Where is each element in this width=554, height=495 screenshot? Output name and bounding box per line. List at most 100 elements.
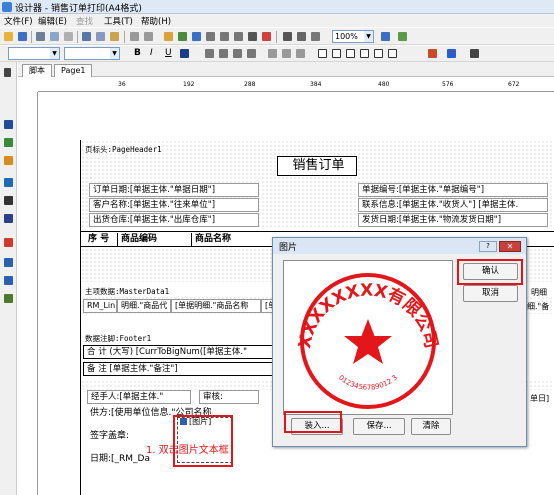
subreport-icon[interactable] (4, 178, 13, 187)
column-header[interactable]: 商品名称 (191, 233, 231, 246)
ship-date-field[interactable]: 发货日期:[单据主体."物流发货日期"] (358, 213, 548, 227)
column-header[interactable]: 商品编码 (117, 233, 157, 246)
valign-top-icon[interactable] (268, 49, 277, 58)
grid-icon[interactable] (283, 32, 292, 41)
align-left-icon[interactable] (206, 32, 215, 41)
footer-label: 数据注脚:Footer1 (85, 334, 152, 343)
checkbox-tool-icon[interactable] (4, 294, 13, 303)
line-color-icon[interactable] (447, 49, 456, 58)
font-size-select[interactable]: ▼ (64, 47, 120, 60)
review-field[interactable]: 审核: (199, 390, 259, 404)
cut-icon[interactable] (82, 32, 91, 41)
detail-right-field[interactable]: 细."备 (527, 301, 549, 312)
report-title[interactable]: 销售订单 (277, 156, 357, 176)
picture-preview: XXXXXXXX有限公司 0123456789012 3 (283, 260, 453, 415)
cancel-button[interactable]: 取消 (463, 285, 518, 302)
title-bar: 设计器 - 销售订单打印(A4格式) (0, 0, 554, 14)
font-color-icon[interactable] (180, 49, 189, 58)
window-title: 设计器 - 销售订单打印(A4格式) (15, 4, 142, 14)
band-icon[interactable] (4, 138, 13, 147)
valign-bottom-icon[interactable] (296, 49, 305, 58)
underline-button[interactable]: U (165, 48, 172, 58)
memo-icon[interactable] (4, 120, 13, 129)
menu-file[interactable]: 文件(F) (4, 15, 33, 27)
delete-icon[interactable] (262, 32, 271, 41)
warehouse-field[interactable]: 出货仓库:[单据主体."出库仓库"] (89, 213, 259, 227)
handler-field[interactable]: 经手人:[单据主体." (87, 390, 191, 404)
tool-palette (0, 62, 17, 495)
italic-button[interactable]: I (150, 48, 153, 58)
frame-none-icon[interactable] (388, 49, 397, 58)
paste-icon[interactable] (110, 32, 119, 41)
fill-color-icon[interactable] (428, 49, 437, 58)
font-name-select[interactable]: ▼ (8, 47, 60, 60)
valign-middle-icon[interactable] (282, 49, 291, 58)
toolbar-format: ▼ ▼ B I U (0, 46, 554, 62)
annotation-step1: 1. 双击图片文本框 (146, 445, 229, 456)
text-align-right-icon[interactable] (233, 49, 242, 58)
open-icon[interactable] (4, 32, 13, 41)
pointer-icon[interactable] (4, 68, 11, 77)
clear-button[interactable]: 清除 (411, 418, 451, 435)
frame-right-icon[interactable] (360, 49, 369, 58)
text-align-center-icon[interactable] (219, 49, 228, 58)
bold-button[interactable]: B (134, 48, 141, 58)
save-button[interactable]: 保存... (353, 418, 405, 435)
frame-left-icon[interactable] (332, 49, 341, 58)
item-code-field[interactable]: 明细."商品代 (117, 299, 171, 313)
frame-bottom-icon[interactable] (374, 49, 383, 58)
item-name-field[interactable]: [单据明细."商品名称 (171, 299, 261, 313)
line-tool-icon[interactable] (4, 196, 13, 205)
line-style-icon[interactable] (470, 49, 479, 58)
fit-page-icon[interactable] (381, 32, 390, 41)
tab-page1[interactable]: Page1 (54, 64, 93, 77)
zoom-select[interactable]: 100% ▼ (332, 30, 374, 43)
separator (77, 31, 78, 43)
align-top-icon[interactable] (248, 32, 257, 41)
richtext-icon[interactable] (4, 276, 13, 285)
copy-icon[interactable] (96, 32, 105, 41)
customer-field[interactable]: 客户名称:[单据主体."往来单位"] (89, 198, 259, 212)
order-date-field[interactable]: 订单日期:[单据主体."单据日期"] (89, 183, 259, 197)
menu-find[interactable]: 查找 (76, 15, 93, 27)
page-setup-icon[interactable] (64, 32, 73, 41)
doc-no-field[interactable]: 单据编号:[单据主体."单据编号"] (358, 183, 548, 197)
menu-edit[interactable]: 编辑(E) (38, 15, 67, 27)
align-right-icon[interactable] (234, 32, 243, 41)
picture-tool-icon[interactable] (4, 156, 13, 165)
group-icon[interactable] (192, 32, 201, 41)
chevron-down-icon: ▼ (110, 48, 119, 59)
send-back-icon[interactable] (178, 32, 187, 41)
frame-all-icon[interactable] (318, 49, 327, 58)
menu-help[interactable]: 帮助(H) (141, 15, 171, 27)
tab-bar: 脚本 Page1 (18, 62, 554, 77)
undo-icon[interactable] (130, 32, 139, 41)
snap-icon[interactable] (297, 32, 306, 41)
line-number-field[interactable]: RM_Lin (83, 299, 117, 313)
preview-icon[interactable] (50, 32, 59, 41)
run-icon[interactable] (398, 32, 407, 41)
frame-top-icon[interactable] (346, 49, 355, 58)
note-field[interactable]: 备 注 [单据主体."备注"] (83, 362, 273, 376)
menu-tools[interactable]: 工具(T) (104, 15, 133, 27)
ruler-mark: 672 (508, 81, 520, 88)
tab-script[interactable]: 脚本 (22, 64, 52, 77)
column-header[interactable]: 序 号 (85, 233, 109, 246)
chart-icon[interactable] (4, 258, 13, 267)
redo-icon[interactable] (144, 32, 153, 41)
help-icon[interactable]: ? (479, 241, 497, 252)
bring-front-icon[interactable] (164, 32, 173, 41)
contact-field[interactable]: 联系信息:[单据主体."收货人"] [单据主体. (358, 198, 548, 212)
align-center-icon[interactable] (220, 32, 229, 41)
total-field[interactable]: 合 计 (大写) [CurrToBigNum([单据主体." (83, 345, 273, 359)
ruler-mark: 192 (183, 81, 195, 88)
date-right-field[interactable]: 单日] (530, 393, 549, 404)
shape-icon[interactable] (4, 238, 13, 247)
text-justify-icon[interactable] (247, 49, 256, 58)
save-icon[interactable] (18, 32, 27, 41)
print-icon[interactable] (36, 32, 45, 41)
barcode-icon[interactable] (4, 214, 13, 223)
text-align-icon[interactable] (205, 49, 214, 58)
close-icon[interactable]: ✕ (499, 241, 521, 252)
table-icon[interactable] (311, 32, 320, 41)
